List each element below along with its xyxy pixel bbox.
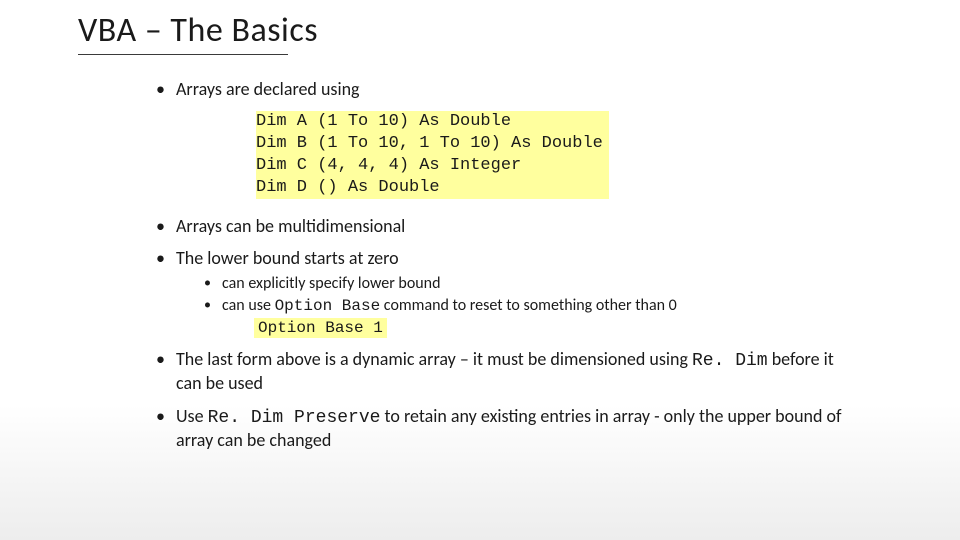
list-item: Arrays are declared using Dim A (1 To 10… (150, 78, 850, 205)
list-item: The last form above is a dynamic array –… (150, 348, 850, 395)
inline-code: Re. Dim Preserve (208, 408, 381, 428)
code-block-arrays: Dim A (1 To 10) As Double Dim B (1 To 10… (256, 111, 609, 199)
bullet-list: Arrays are declared using Dim A (1 To 10… (150, 78, 850, 452)
bullet-text: The lower bound starts at zero (176, 247, 399, 269)
list-item: Arrays can be multidimensional (150, 215, 850, 238)
bullet-text: can explicitly specify lower bound (222, 274, 441, 293)
bullet-text-pre: The last form above is a dynamic array –… (176, 348, 692, 370)
page-title: VBA – The Basics (78, 10, 318, 51)
list-item: can explicitly specify lower bound (204, 274, 850, 294)
inline-code: Option Base (275, 297, 381, 315)
bullet-text: Arrays can be multidimensional (176, 215, 405, 237)
sub-bullet-list: can explicitly specify lower bound can u… (176, 274, 850, 338)
list-item: Use Re. Dim Preserve to retain any exist… (150, 405, 850, 452)
title-underline (78, 54, 288, 55)
list-item: can use Option Base command to reset to … (204, 296, 850, 338)
bullet-text-pre: Use (176, 405, 208, 427)
inline-code: Re. Dim (692, 351, 768, 371)
bullet-text-post: command to reset to something other than… (380, 296, 677, 315)
bullet-text-pre: can use (222, 296, 275, 315)
slide-body: Arrays are declared using Dim A (1 To 10… (150, 78, 850, 462)
bullet-text: Arrays are declared using (176, 78, 360, 100)
slide: VBA – The Basics Arrays are declared usi… (0, 0, 960, 540)
code-option-base: Option Base 1 (254, 318, 387, 338)
list-item: The lower bound starts at zero can expli… (150, 247, 850, 338)
